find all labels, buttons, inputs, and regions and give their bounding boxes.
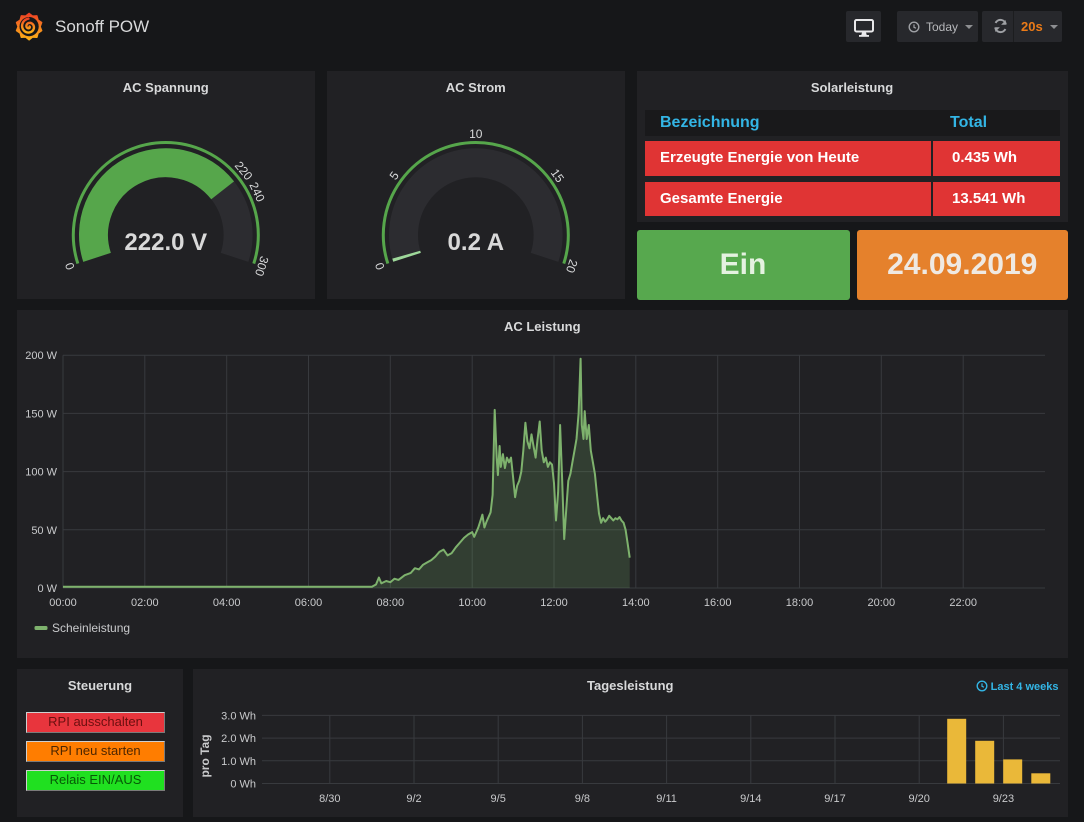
svg-text:220: 220 (232, 159, 256, 184)
svg-text:08:00: 08:00 (377, 597, 405, 609)
svg-text:10:00: 10:00 (458, 597, 486, 609)
svg-text:0: 0 (62, 261, 77, 272)
svg-text:9/17: 9/17 (824, 793, 845, 805)
svg-text:0.2 A: 0.2 A (448, 229, 504, 256)
svg-text:0 Wh: 0 Wh (230, 779, 256, 791)
svg-text:9/11: 9/11 (656, 793, 677, 805)
svg-text:9/5: 9/5 (491, 793, 506, 805)
svg-text:50 W: 50 W (31, 525, 57, 537)
svg-text:2.0 Wh: 2.0 Wh (221, 733, 256, 745)
svg-text:06:00: 06:00 (295, 597, 323, 609)
svg-text:9/23: 9/23 (993, 793, 1014, 805)
svg-text:22:00: 22:00 (949, 597, 977, 609)
svg-text:02:00: 02:00 (131, 597, 159, 609)
svg-text:9/14: 9/14 (740, 793, 761, 805)
svg-text:0 W: 0 W (37, 583, 57, 595)
svg-text:150 W: 150 W (25, 408, 57, 420)
svg-text:00:00: 00:00 (49, 597, 77, 609)
svg-text:3.0 Wh: 3.0 Wh (221, 710, 256, 722)
svg-text:20:00: 20:00 (868, 597, 896, 609)
svg-text:9/8: 9/8 (575, 793, 590, 805)
svg-text:12:00: 12:00 (540, 597, 568, 609)
svg-text:9/20: 9/20 (908, 793, 929, 805)
svg-text:14:00: 14:00 (622, 597, 650, 609)
svg-text:8/30: 8/30 (319, 793, 340, 805)
svg-text:04:00: 04:00 (213, 597, 241, 609)
svg-text:200 W: 200 W (25, 350, 57, 362)
svg-text:222.0 V: 222.0 V (124, 229, 207, 256)
svg-text:Scheinleistung: Scheinleistung (52, 621, 130, 635)
svg-text:240: 240 (246, 180, 267, 204)
svg-text:9/2: 9/2 (406, 793, 421, 805)
svg-text:0: 0 (372, 261, 387, 272)
svg-text:1.0 Wh: 1.0 Wh (221, 756, 256, 768)
svg-text:100 W: 100 W (25, 467, 57, 479)
svg-text:pro Tag: pro Tag (198, 734, 212, 777)
svg-text:16:00: 16:00 (704, 597, 732, 609)
svg-text:10: 10 (469, 127, 483, 141)
svg-text:18:00: 18:00 (786, 597, 814, 609)
